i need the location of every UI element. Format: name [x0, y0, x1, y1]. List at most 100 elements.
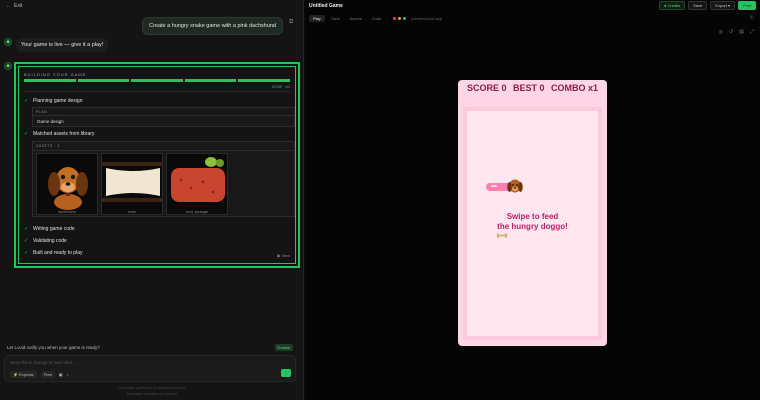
mode-label: Express — [19, 372, 34, 377]
check-icon: ✓ — [24, 226, 29, 232]
progress-segment — [238, 79, 290, 82]
check-icon: ✓ — [24, 238, 29, 244]
dot-green — [403, 17, 407, 20]
preview-url: preview.lovid.app — [411, 16, 443, 21]
asset-caption: dachshund — [58, 210, 76, 214]
divider — [33, 150, 294, 151]
enable-notify-button[interactable]: Enable — [274, 344, 293, 351]
asset-food-sausage[interactable]: food_sausage — [166, 153, 228, 215]
build-step-label: Matched assets from library — [33, 131, 95, 137]
prompt-line: Swipe to feed — [506, 212, 559, 221]
game-hud: SCORE 0 BEST 0 COMBO x1 — [467, 83, 598, 93]
export-label: Export — [715, 3, 727, 8]
view-link[interactable]: ◉ View — [277, 253, 290, 258]
refresh-icon[interactable]: ↻ — [750, 15, 754, 21]
dachshund-head-icon — [507, 179, 523, 193]
check-icon: ✓ — [24, 131, 29, 137]
combo-label: COMBO x1 — [550, 83, 598, 93]
chevron-down-icon: ▾ — [726, 3, 730, 8]
save-button[interactable]: Save — [688, 1, 708, 10]
plan-header: PLAN — [36, 110, 48, 114]
chat-composer[interactable]: Describe a change or new idea... ⚡ Expre… — [4, 355, 296, 382]
progress-segment — [77, 79, 130, 82]
build-card-inner: BUILDING YOUR GAME DONE · 4/4 ✓ Planning… — [18, 66, 296, 264]
tab-play[interactable]: Play — [309, 15, 325, 22]
top-actions: ● Credits Save Export ▾ Post — [658, 1, 756, 10]
send-button[interactable]: ↑ — [281, 369, 291, 377]
footnote: Generated games are AI-assisted previews — [118, 386, 186, 390]
export-button[interactable]: Export ▾ — [710, 1, 735, 10]
build-progress-card: BUILDING YOUR GAME DONE · 4/4 ✓ Planning… — [14, 62, 300, 268]
assistant-avatar: ◆ — [4, 62, 12, 70]
asset-bone[interactable]: bone — [101, 153, 163, 215]
build-step: ✓ Planning game design — [24, 98, 82, 104]
copy-icon[interactable]: ⧉ — [289, 19, 296, 26]
asset-caption: bone — [128, 210, 136, 214]
credits-button[interactable]: ● Credits — [658, 1, 686, 10]
game-title[interactable]: Untitled Game — [309, 3, 343, 9]
dot-red — [393, 17, 397, 20]
best-label: BEST 0 — [512, 83, 545, 93]
window-dots — [393, 17, 407, 20]
composer-input[interactable]: Describe a change or new idea... — [10, 360, 76, 365]
chat-topbar: ← Exit — [0, 0, 304, 12]
trash-icon[interactable]: ▤ — [739, 29, 744, 35]
asset-caption: food_sausage — [186, 210, 208, 214]
assistant-message: Your game is live — give it a play! — [16, 38, 109, 52]
preview-tabs: Play Tune Assets Code preview.lovid.app — [309, 14, 442, 23]
post-button[interactable]: Post — [737, 1, 756, 10]
view-label: View — [281, 253, 290, 258]
preview-panel: Untitled Game ● Credits Save Export ▾ Po… — [305, 0, 760, 400]
bolt-icon: ⚡ — [13, 372, 18, 377]
tab-code[interactable]: Code — [368, 15, 386, 22]
camera-icon[interactable]: ◎ — [719, 29, 723, 35]
build-step-label: Writing game code — [33, 226, 75, 232]
divider — [24, 91, 290, 92]
build-step-label: Planning game design — [33, 98, 83, 104]
mode-selector[interactable]: ⚡ Express — [10, 371, 37, 378]
score-label: SCORE 0 — [467, 83, 507, 93]
start-prompt: Swipe to feed the hungry doggo! — [467, 212, 598, 232]
game-arena[interactable]: Swipe to feed the hungry doggo! — [467, 111, 598, 336]
plan-value: Game design — [37, 119, 64, 124]
mic-icon[interactable]: ♪ — [67, 372, 69, 377]
dot-yellow — [398, 17, 402, 20]
image-icon[interactable]: ▣ — [59, 372, 63, 377]
arena-border: Swipe to feed the hungry doggo! — [463, 107, 602, 340]
plan-chip[interactable]: Free — [40, 371, 55, 378]
composer-options: ⚡ Express Free ▣ ♪ — [10, 371, 69, 378]
asset-dachshund[interactable]: dachshund — [36, 153, 98, 215]
user-message: Create a hungry snake game with a pink d… — [142, 17, 283, 35]
dachshund-image — [37, 154, 97, 210]
fullscreen-icon[interactable]: ⤢ — [750, 29, 754, 35]
tab-tune[interactable]: Tune — [327, 15, 344, 22]
sausage-image — [167, 154, 227, 210]
build-title: BUILDING YOUR GAME — [24, 72, 87, 77]
notify-text: Let Lovid notify you when your game is r… — [7, 345, 100, 350]
build-step: ✓ Writing game code — [24, 226, 75, 232]
progress-segment — [24, 79, 76, 82]
footnote: Messages are saved to this chat — [126, 392, 178, 396]
progress-text: DONE · 4/4 — [271, 85, 290, 89]
tab-assets[interactable]: Assets — [346, 15, 366, 22]
credits-label: Credits — [667, 3, 681, 8]
preview-controls: ◎ ↺ ▤ ⤢ — [719, 29, 754, 35]
chat-panel: ← Exit Create a hungry snake game with a… — [0, 0, 304, 400]
restart-icon[interactable]: ↺ — [729, 29, 733, 35]
arrow-up-icon: ↑ — [284, 370, 288, 376]
build-step-label: Built and ready to play — [33, 250, 83, 256]
build-step: ✓ Validating code — [24, 238, 67, 244]
plan-box[interactable]: PLAN Game design — [32, 107, 295, 127]
assets-header: ASSETS · 3 — [36, 144, 60, 148]
progress-bar — [24, 79, 290, 82]
divider — [33, 115, 294, 116]
back-arrow-icon[interactable]: ← — [6, 3, 11, 9]
bone-image — [102, 154, 162, 210]
exit-link[interactable]: Exit — [14, 3, 22, 9]
prompt-line: the hungry doggo! — [497, 222, 568, 231]
game-canvas[interactable]: SCORE 0 BEST 0 COMBO x1 Swipe to feed th… — [458, 80, 607, 346]
assistant-avatar: ◆ — [4, 38, 12, 46]
build-step: ✓ Matched assets from library — [24, 131, 94, 137]
notify-banner: Let Lovid notify you when your game is r… — [4, 342, 296, 353]
build-step-label: Validating code — [33, 238, 67, 244]
